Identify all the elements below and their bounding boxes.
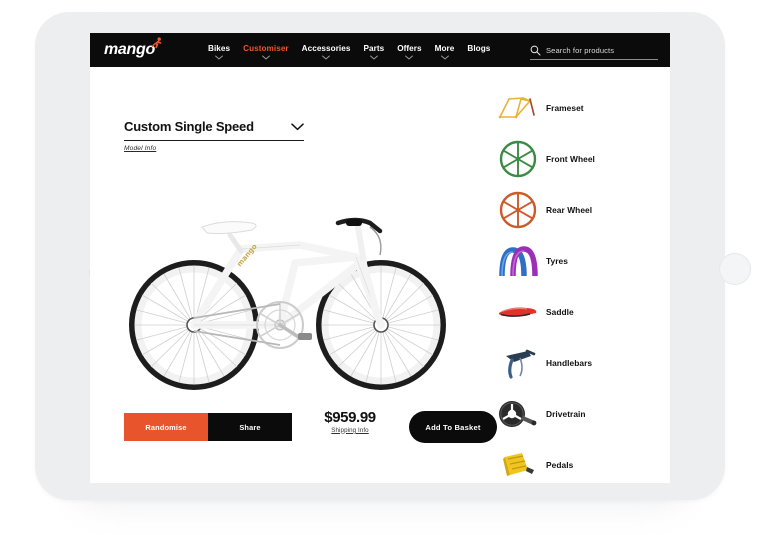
nav-label: Parts <box>363 44 385 53</box>
bicycle-product-image: mango <box>112 197 472 397</box>
part-label: Drivetrain <box>546 409 586 419</box>
main-navigation: Bikes Customiser Accessories Parts Offer… <box>208 33 490 67</box>
site-header: mango Bikes Customiser Accessories Parts… <box>90 33 670 67</box>
nav-item-parts[interactable]: Parts <box>363 40 384 60</box>
chevron-down-icon <box>369 55 378 60</box>
parts-selector-list: Frameset Front Wheel Rear Wheel Tyres Sa… <box>490 67 670 483</box>
part-label: Tyres <box>546 256 568 266</box>
part-item-front-wheel[interactable]: Front Wheel <box>490 136 670 182</box>
nav-item-accessories[interactable]: Accessories <box>302 40 351 60</box>
part-label: Handlebars <box>546 358 593 368</box>
frameset-icon <box>490 86 546 130</box>
nav-label: More <box>434 44 455 53</box>
tyres-icon <box>490 239 546 283</box>
pedals-icon <box>490 443 546 483</box>
product-title-selector[interactable]: Custom Single Speed <box>124 119 304 141</box>
rear-wheel-icon <box>490 188 546 232</box>
shipping-info-link[interactable]: Shipping Info <box>314 427 386 434</box>
nav-label: Accessories <box>301 44 351 53</box>
home-button[interactable] <box>719 253 751 285</box>
chevron-down-icon <box>440 55 449 60</box>
nav-label: Offers <box>397 44 422 53</box>
search-icon <box>530 45 541 56</box>
browser-screen: mango Bikes Customiser Accessories Parts… <box>90 33 670 483</box>
nav-item-offers[interactable]: Offers <box>397 40 422 60</box>
page-title: Custom Single Speed <box>124 119 254 134</box>
cyclist-icon <box>151 37 162 49</box>
saddle-icon <box>490 290 546 334</box>
part-item-drivetrain[interactable]: Drivetrain <box>490 391 670 437</box>
randomise-button[interactable]: Randomise <box>124 413 208 441</box>
part-item-frameset[interactable]: Frameset <box>490 85 670 131</box>
share-button[interactable]: Share <box>208 413 292 441</box>
part-item-saddle[interactable]: Saddle <box>490 289 670 335</box>
chevron-down-icon <box>215 55 224 60</box>
product-panel: Custom Single Speed Model Info mango Ran… <box>90 67 497 483</box>
part-label: Pedals <box>546 460 574 470</box>
part-item-tyres[interactable]: Tyres <box>490 238 670 284</box>
nav-item-customiser[interactable]: Customiser <box>243 40 289 60</box>
chevron-down-icon <box>405 55 414 60</box>
nav-item-more[interactable]: More <box>435 40 455 60</box>
product-price: $959.99 <box>324 409 376 426</box>
price-block: $959.99 Shipping Info <box>314 410 386 434</box>
chevron-down-icon <box>261 55 270 60</box>
nav-item-bikes[interactable]: Bikes <box>208 40 230 60</box>
nav-label: Customiser <box>243 44 289 53</box>
part-label: Saddle <box>546 307 574 317</box>
model-info-link[interactable]: Model Info <box>124 145 156 152</box>
chevron-down-icon <box>322 55 331 60</box>
handlebars-icon <box>490 341 546 385</box>
nav-label: Bikes <box>208 44 231 53</box>
part-item-pedals[interactable]: Pedals <box>490 442 670 483</box>
search-input[interactable]: Search for products <box>530 42 658 60</box>
logo-text: mango <box>104 41 155 58</box>
add-to-basket-button[interactable]: Add To Basket <box>409 411 497 443</box>
search-placeholder: Search for products <box>546 46 615 55</box>
drivetrain-icon <box>490 392 546 436</box>
product-action-bar: Randomise Share $959.99 Shipping Info Ad… <box>124 410 497 443</box>
part-label: Front Wheel <box>546 154 595 164</box>
part-label: Frameset <box>546 103 584 113</box>
front-wheel-icon <box>490 137 546 181</box>
nav-label: Blogs <box>467 44 491 53</box>
nav-item-blogs[interactable]: Blogs <box>467 40 490 60</box>
part-label: Rear Wheel <box>546 205 593 215</box>
part-item-handlebars[interactable]: Handlebars <box>490 340 670 386</box>
chevron-down-icon <box>291 122 304 130</box>
screenshot-root: mango Bikes Customiser Accessories Parts… <box>0 0 759 535</box>
mango-logo[interactable]: mango <box>104 37 184 62</box>
part-item-rear-wheel[interactable]: Rear Wheel <box>490 187 670 233</box>
